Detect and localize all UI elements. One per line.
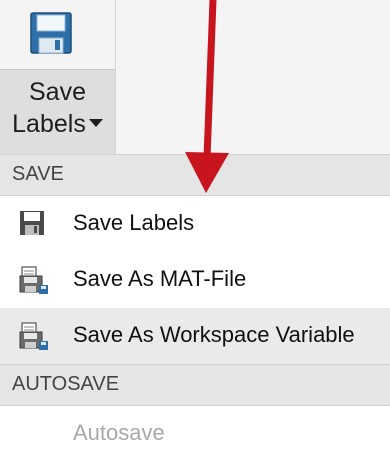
toolstrip-divider	[115, 0, 116, 154]
save-section-header: SAVE	[0, 154, 390, 196]
menu-item-label: Save Labels	[73, 210, 195, 235]
save-labels-line2: Labels	[12, 110, 86, 138]
autosave-section-title: AUTOSAVE	[12, 373, 120, 395]
save-labels-line2-row: Labels	[0, 110, 115, 139]
menu-item-autosave: Autosave	[0, 406, 390, 462]
menu-item-save-as-mat-file[interactable]: Save As MAT-File	[0, 252, 390, 308]
toolstrip: Save Labels	[0, 0, 390, 154]
save-labels-line1: Save	[29, 78, 86, 106]
save-labels-dropdown[interactable]: Save Labels	[0, 69, 115, 154]
save-labels-button-top[interactable]	[0, 0, 115, 68]
autosave-section-header: AUTOSAVE	[0, 364, 390, 406]
save-as-workspace-icon	[18, 321, 50, 355]
dropdown-caret-icon	[88, 119, 103, 128]
save-as-file-icon	[18, 265, 50, 299]
menu-item-save-as-workspace-variable[interactable]: Save As Workspace Variable	[0, 308, 390, 364]
floppy-disk-icon	[18, 209, 48, 243]
menu-item-label: Save As MAT-File	[73, 266, 247, 291]
menu-item-label: Autosave	[73, 420, 165, 445]
menu-item-label: Save As Workspace Variable	[73, 322, 355, 347]
save-section-title: SAVE	[12, 163, 64, 185]
menu-item-save-labels[interactable]: Save Labels	[0, 196, 390, 252]
save-labels-split-button[interactable]: Save Labels	[0, 0, 115, 154]
floppy-disk-icon	[28, 10, 74, 60]
